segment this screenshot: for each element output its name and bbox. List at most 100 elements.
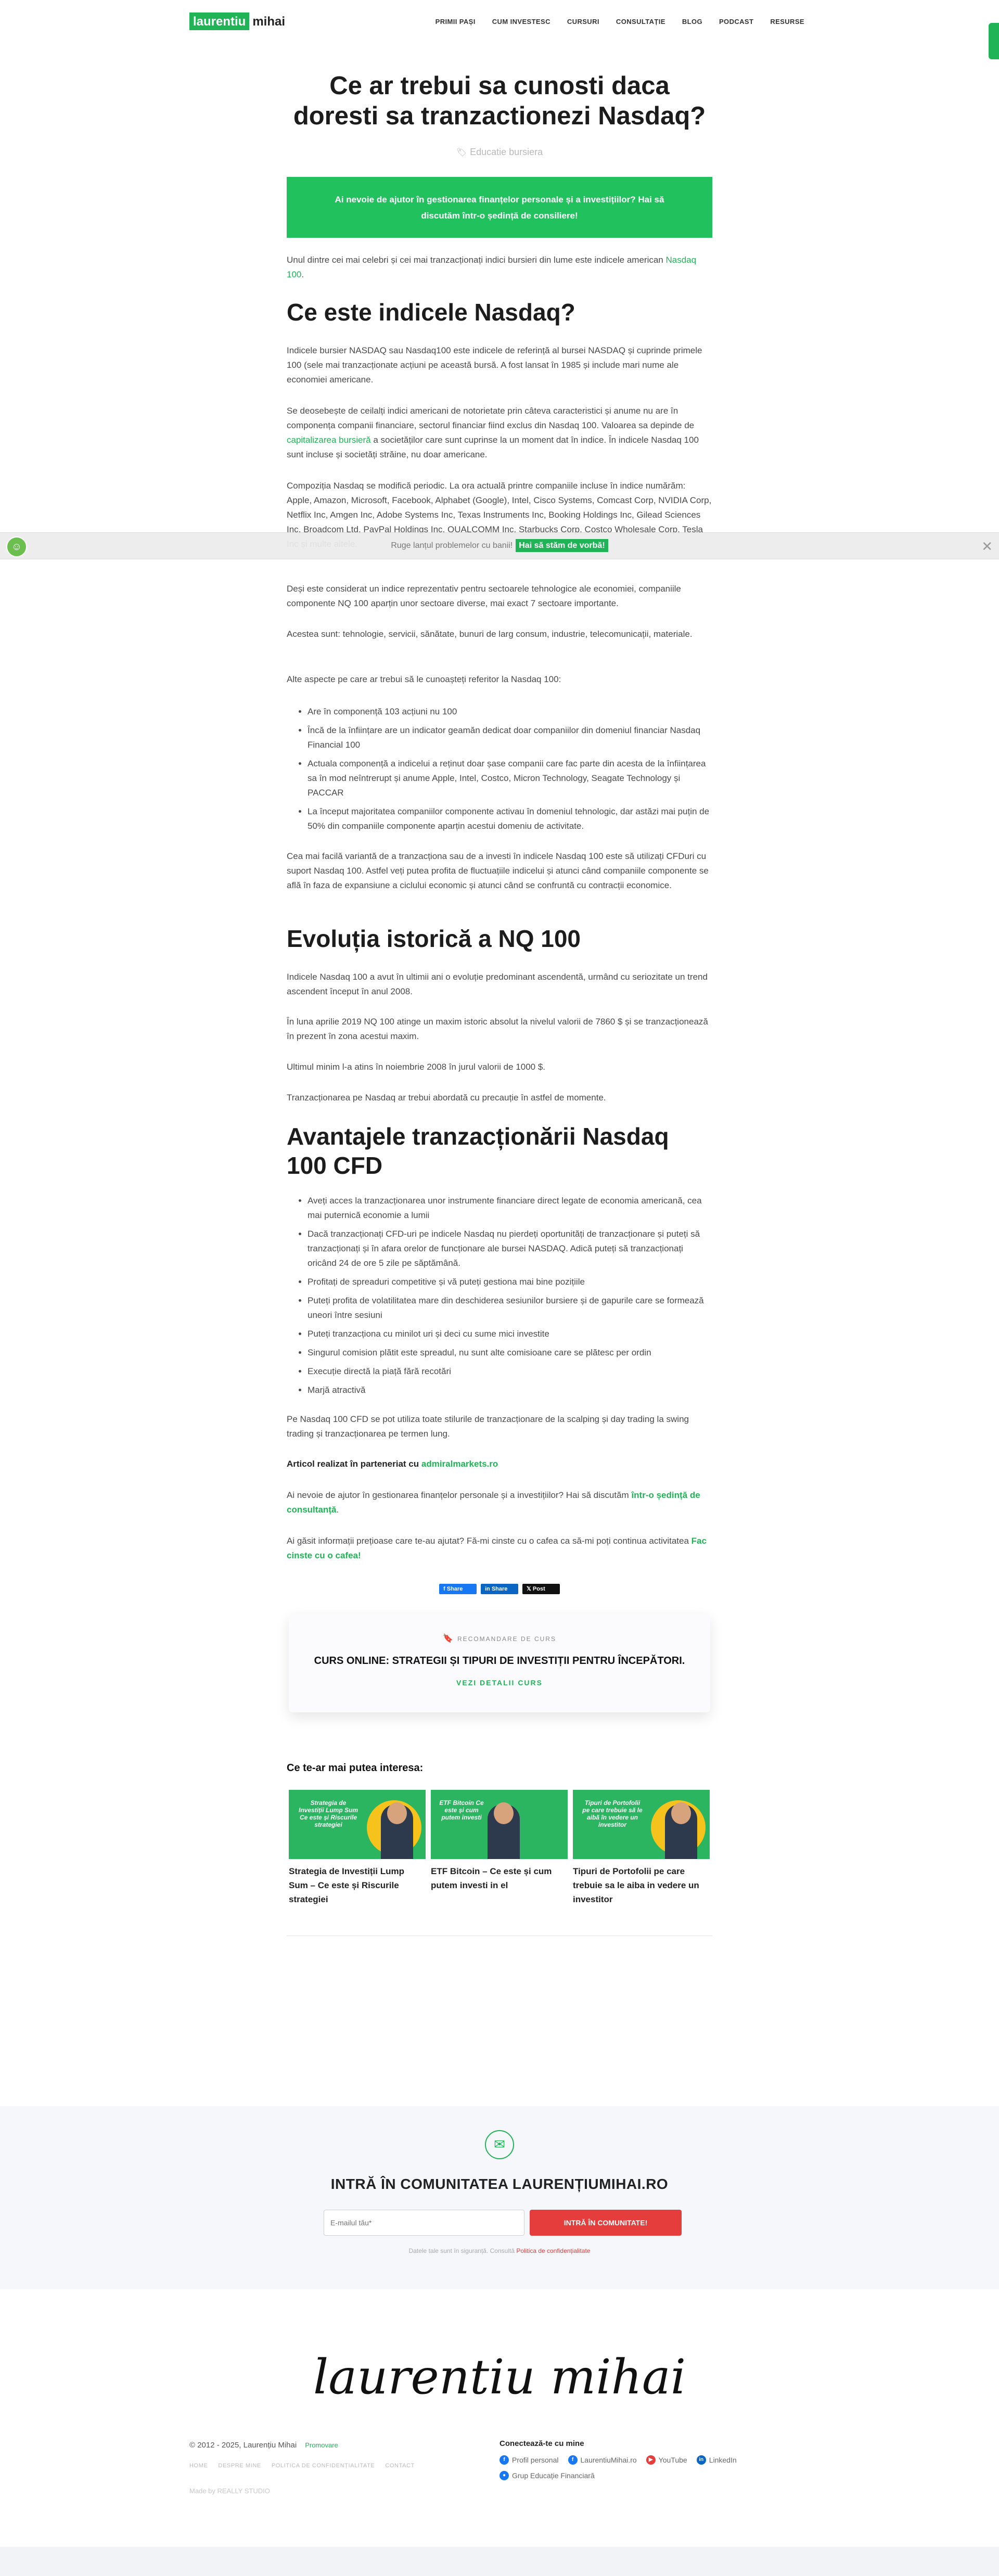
logo-part-1: laurentiu: [189, 12, 250, 30]
aspects-list: Are în componență 103 acțiuni nu 100 Înc…: [287, 704, 712, 838]
heading-historical-evolution: Evoluția istorică a NQ 100: [287, 925, 581, 952]
list-item: Aveți acces la tranzacționarea unor inst…: [308, 1194, 712, 1223]
social-links: f Profil personal f LaurentiuMihai.ro ▶ You…: [499, 2455, 760, 2480]
footer-link-privacy[interactable]: POLITICA DE CONFIDENȚIALITATE: [272, 2463, 375, 2469]
related-title[interactable]: Tipuri de Portofolii pe care trebuie sa …: [573, 1864, 710, 1906]
intro-text: Unul dintre cei mai celebri și cei mai t…: [287, 255, 663, 265]
list-item: Puteți tranzacționa cu minilot uri și de…: [308, 1327, 712, 1341]
related-card[interactable]: ETF Bitcoin Ce este și cum putem investi…: [431, 1790, 568, 1906]
footer-link-contact[interactable]: CONTACT: [385, 2463, 415, 2469]
social-label: Profil personal: [512, 2456, 559, 2464]
footer-nav: HOME DESPRE MINE POLITICA DE CONFIDENȚIA…: [189, 2463, 415, 2469]
nav-item-blog[interactable]: BLOG: [682, 18, 702, 25]
envelope-icon: ✉: [485, 2130, 514, 2159]
newsletter-title: INTRĂ ÎN COMUNITATEA LAURENȚIUMIHAI.RO: [330, 2176, 669, 2192]
group-icon: ●: [499, 2471, 509, 2480]
x-post-button[interactable]: 𝕏 Post: [522, 1584, 560, 1594]
related-posts: Strategia de Investiții Lump Sum Ce este…: [289, 1790, 710, 1906]
nav-item-resurse[interactable]: RESURSE: [770, 18, 804, 25]
site-header: laurentiu mihai PRIMII PAȘI CUM INVESTES…: [0, 0, 999, 45]
paragraph-2: Se deosebește de ceilalți indici america…: [287, 404, 712, 462]
linkedin-icon: in: [696, 2455, 706, 2465]
paragraph-6: Alte aspecte pe care ar trebui să le cun…: [287, 674, 561, 684]
email-field[interactable]: [324, 2210, 524, 2236]
list-item: Execuție directă la piață fără recotări: [308, 1364, 712, 1379]
partner-link[interactable]: admiralmarkets.ro: [421, 1459, 498, 1469]
facebook-icon: f: [499, 2455, 509, 2465]
paragraph-2-a: Se deosebește de ceilalți indici america…: [287, 406, 695, 430]
promo-link[interactable]: Promovare: [305, 2441, 338, 2449]
list-item: Puteți profita de volatilitatea mare din…: [308, 1293, 712, 1323]
side-tab-button[interactable]: [989, 23, 999, 59]
paragraph-13: Ai nevoie de ajutor în gestionarea finan…: [287, 1490, 700, 1515]
connect-section: Conectează-te cu mine f Profil personal f…: [499, 2439, 760, 2480]
related-thumbnail: Strategia de Investiții Lump Sum Ce este…: [289, 1790, 426, 1859]
course-label-text: RECOMANDARE DE CURS: [457, 1635, 556, 1643]
notice-link-button[interactable]: Hai să stăm de vorbă!: [516, 539, 608, 552]
nav-item-podcast[interactable]: PODCAST: [719, 18, 753, 25]
paragraph-14-text: Ai găsit informații prețioase care te-au…: [287, 1536, 689, 1546]
share-buttons: f Share in Share 𝕏 Post: [287, 1584, 712, 1594]
thumbnail-head: [494, 1802, 514, 1824]
facebook-profile-link[interactable]: f Profil personal: [499, 2455, 559, 2465]
article-category[interactable]: 🏷 Educatie bursiera: [287, 147, 712, 158]
thumbnail-head: [671, 1802, 691, 1824]
footer-link-home[interactable]: HOME: [189, 2463, 208, 2469]
consultation-cta-box[interactable]: Ai nevoie de ajutor în gestionarea finan…: [287, 177, 712, 238]
partner-text: Articol realizat în parteneriat cu: [287, 1459, 419, 1469]
heading-advantages: Avantajele tranzacționării Nasdaq 100 CF…: [287, 1123, 669, 1179]
linkedin-share-button[interactable]: in Share: [481, 1584, 518, 1594]
related-card[interactable]: Tipuri de Portofolii pe care trebuie să …: [573, 1790, 710, 1906]
footer-link-about[interactable]: DESPRE MINE: [218, 2463, 261, 2469]
bookmark-icon: 🔖: [443, 1634, 454, 1643]
thumbnail-text: Strategia de Investiții Lump Sum Ce este…: [298, 1799, 358, 1828]
paragraph-8: Indicele Nasdaq 100 a avut în ultimii an…: [287, 972, 708, 996]
course-title: CURS ONLINE: STRATEGII ȘI TIPURI DE INVE…: [314, 1655, 685, 1667]
join-community-button[interactable]: INTRĂ ÎN COMUNITATE!: [530, 2210, 682, 2236]
site-logo[interactable]: laurentiu mihai: [189, 12, 288, 30]
related-title[interactable]: Strategia de Investiții Lump Sum – Ce es…: [289, 1864, 426, 1906]
privacy-policy-link[interactable]: Politica de confidențialitate: [516, 2247, 590, 2254]
nav-item-consultatie[interactable]: CONSULTAȚIE: [616, 18, 665, 25]
related-card[interactable]: Strategia de Investiții Lump Sum Ce este…: [289, 1790, 426, 1906]
notice-content: Ruge lanțul problemelor cu banii! Hai să …: [0, 539, 999, 552]
social-label: YouTube: [658, 2456, 687, 2464]
list-item: Încă de la înființare are un indicator g…: [308, 723, 712, 752]
paragraph-12: Pe Nasdaq 100 CFD se pot utiliza toate s…: [287, 1414, 689, 1439]
facebook-share-label: Share: [446, 1586, 463, 1592]
paragraph-4: Deși este considerat un indice reprezent…: [287, 584, 681, 608]
nav-item-cursuri[interactable]: CURSURI: [567, 18, 599, 25]
made-by[interactable]: Made by REALLY STUDIO: [189, 2487, 270, 2495]
newsletter-section: ✉ INTRĂ ÎN COMUNITATEA LAURENȚIUMIHAI.RO…: [0, 2106, 999, 2289]
linkedin-link[interactable]: in LinkedIn: [696, 2455, 737, 2465]
thumbnail-text: ETF Bitcoin Ce este și cum putem investi: [439, 1799, 484, 1821]
paragraph-11: Tranzacționarea pe Nasdaq ar trebui abor…: [287, 1093, 606, 1103]
facebook-page-link[interactable]: f LaurentiuMihai.ro: [568, 2455, 637, 2465]
bottom-band: [0, 2547, 999, 2576]
heading-what-is-nasdaq: Ce este indicele Nasdaq?: [287, 299, 575, 326]
market-cap-link[interactable]: capitalizarea bursieră: [287, 435, 371, 445]
logo-part-2: mihai: [252, 15, 286, 29]
youtube-link[interactable]: ▶ YouTube: [646, 2455, 687, 2465]
copyright: © 2012 - 2025, Laurențiu Mihai Promovare: [189, 2441, 338, 2450]
facebook-group-link[interactable]: ● Grup Educație Financiară: [499, 2471, 595, 2480]
nav-item-cum-investesc[interactable]: CUM INVESTESC: [492, 18, 550, 25]
related-title[interactable]: ETF Bitcoin – Ce este și cum putem inves…: [431, 1864, 568, 1892]
newsletter-privacy-note: Datele tale sunt în siguranță. Consultă …: [0, 2247, 999, 2254]
course-recommendation-card: 🔖 RECOMANDARE DE CURS CURS ONLINE: STRATE…: [289, 1613, 710, 1712]
course-details-link[interactable]: VEZI DETALII CURS: [289, 1678, 710, 1687]
list-item: Are în componență 103 acțiuni nu 100: [308, 704, 712, 719]
paragraph-10: Ultimul minim l-a atins în noiembrie 200…: [287, 1062, 546, 1072]
paragraph-14: Ai găsit informații prețioase care te-au…: [287, 1534, 712, 1563]
facebook-share-button[interactable]: f Share: [439, 1584, 477, 1594]
youtube-icon: ▶: [646, 2455, 656, 2465]
copyright-text: © 2012 - 2025, Laurențiu Mihai: [189, 2441, 297, 2450]
paragraph-7: Cea mai facilă variantă de a tranzacțion…: [287, 851, 709, 890]
close-icon[interactable]: ✕: [981, 539, 993, 555]
nav-item-primii-pasi[interactable]: PRIMII PAȘI: [436, 18, 476, 25]
related-heading: Ce te-ar mai putea interesa:: [287, 1762, 424, 1774]
paragraph-1: Indicele bursier NASDAQ sau Nasdaq100 es…: [287, 345, 702, 385]
x-post-label: Post: [532, 1586, 545, 1592]
facebook-icon: f: [568, 2455, 578, 2465]
connect-title: Conectează-te cu mine: [499, 2439, 584, 2448]
